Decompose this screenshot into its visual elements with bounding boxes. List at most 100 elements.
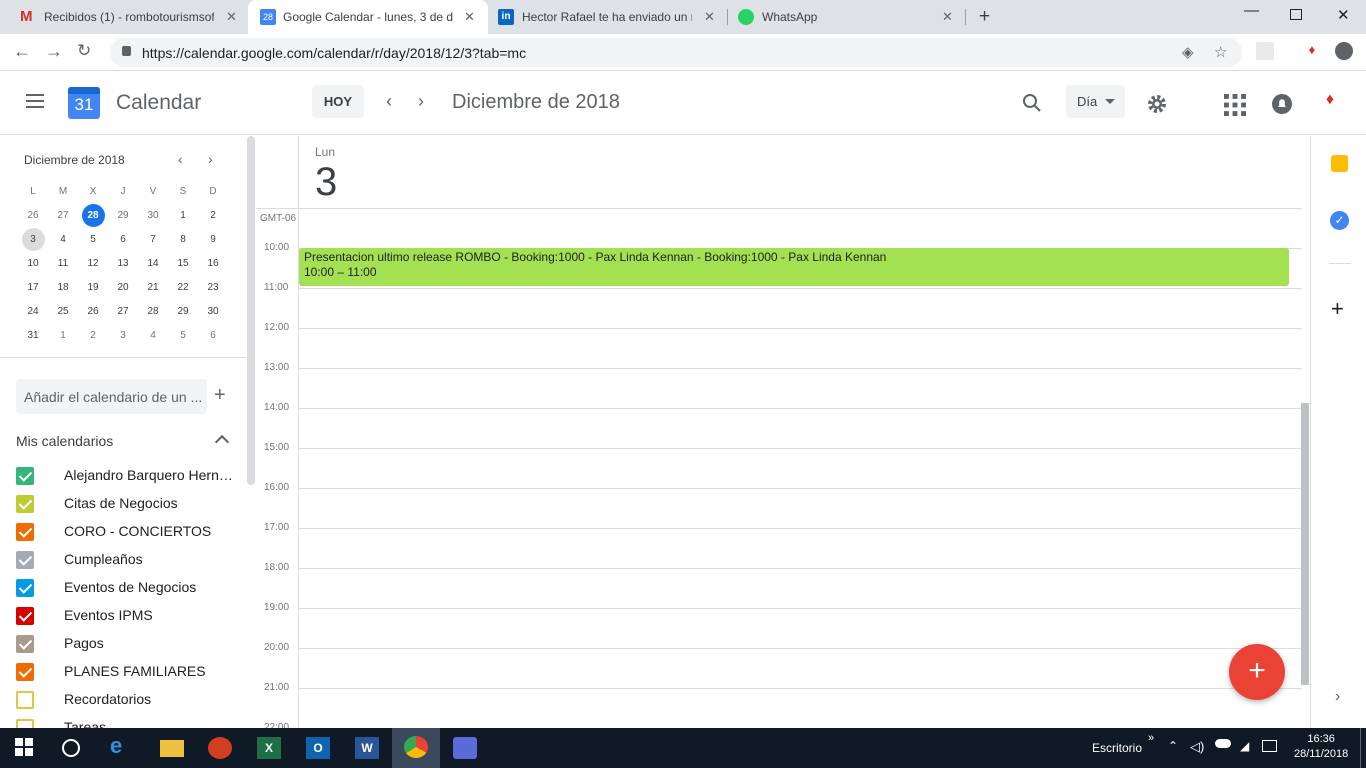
main-menu-icon[interactable] xyxy=(26,94,44,108)
calendar-item[interactable]: Tareas xyxy=(16,713,246,728)
extension-rombo-icon[interactable]: ♦ xyxy=(1303,42,1321,60)
calendar-item[interactable]: Citas de Negocios xyxy=(16,489,246,517)
tab-linkedin[interactable]: in Hector Rafael te ha enviado un m ✕ xyxy=(488,0,728,34)
day-cell-selected[interactable]: 3 xyxy=(18,228,48,252)
add-calendar-input[interactable]: Añadir el calendario de un ... xyxy=(16,379,207,414)
url-bar[interactable]: https://calendar.google.com/calendar/r/d… xyxy=(110,38,1242,67)
collapse-chevron-icon[interactable] xyxy=(214,434,230,450)
close-icon[interactable]: ✕ xyxy=(942,9,953,25)
forward-icon[interactable]: → xyxy=(45,41,63,62)
day-cell[interactable]: 12 xyxy=(78,252,108,276)
day-cell[interactable]: 4 xyxy=(48,228,78,252)
close-icon[interactable]: ✕ xyxy=(226,9,237,25)
day-cell[interactable]: 5 xyxy=(78,228,108,252)
day-cell[interactable]: 22 xyxy=(168,276,198,300)
checkbox[interactable] xyxy=(16,551,34,569)
day-cell[interactable]: 23 xyxy=(198,276,228,300)
day-cell[interactable]: 2 xyxy=(78,324,108,348)
clock[interactable]: 16:36 28/11/2018 xyxy=(1294,732,1348,762)
calendar-item[interactable]: Eventos de Negocios xyxy=(16,573,246,601)
day-cell[interactable]: 10 xyxy=(18,252,48,276)
edge-icon[interactable]: e xyxy=(110,733,134,758)
tab-calendar[interactable]: 28 Google Calendar - lunes, 3 de dic ✕ xyxy=(248,0,488,34)
checkbox[interactable] xyxy=(16,467,34,485)
day-cell[interactable]: 19 xyxy=(78,276,108,300)
close-icon[interactable]: ✕ xyxy=(464,9,475,25)
day-cell[interactable]: 29 xyxy=(108,204,138,228)
day-cell[interactable]: 21 xyxy=(138,276,168,300)
app-icon[interactable] xyxy=(208,737,232,759)
day-cell[interactable]: 1 xyxy=(168,204,198,228)
previous-period-icon[interactable]: ‹ xyxy=(386,91,392,112)
hour-row[interactable]: 18:00 xyxy=(256,562,1302,608)
calendar-item[interactable]: Eventos IPMS xyxy=(16,601,246,629)
day-cell[interactable]: 27 xyxy=(48,204,78,228)
day-cell[interactable]: 16 xyxy=(198,252,228,276)
close-icon[interactable]: ✕ xyxy=(704,9,715,25)
file-explorer-icon[interactable] xyxy=(160,740,184,757)
calendar-item[interactable]: Cumpleaños xyxy=(16,545,246,573)
calendar-item[interactable]: Pagos xyxy=(16,629,246,657)
outlook-icon[interactable]: O xyxy=(306,737,330,759)
search-icon[interactable] xyxy=(1022,93,1042,113)
hour-row[interactable]: 20:00 xyxy=(256,642,1302,688)
minimize-icon[interactable]: — xyxy=(1244,2,1259,19)
day-cell[interactable]: 27 xyxy=(108,300,138,324)
day-cell[interactable]: 5 xyxy=(168,324,198,348)
checkbox[interactable] xyxy=(16,691,34,709)
hour-row[interactable]: 13:00 xyxy=(256,362,1302,408)
reload-icon[interactable]: ↻ xyxy=(77,41,91,61)
apps-grid-icon[interactable] xyxy=(1224,94,1246,116)
onedrive-icon[interactable] xyxy=(1215,739,1231,748)
day-cell[interactable]: 26 xyxy=(78,300,108,324)
day-cell[interactable]: 4 xyxy=(138,324,168,348)
taskbar-desktop-label[interactable]: Escritorio xyxy=(1092,741,1142,755)
day-cell[interactable]: 24 xyxy=(18,300,48,324)
network-icon[interactable]: ◢ xyxy=(1240,739,1249,753)
checkbox[interactable] xyxy=(16,719,34,728)
toolbar-expand-icon[interactable]: » xyxy=(1148,732,1154,744)
my-calendars-title[interactable]: Mis calendarios xyxy=(16,433,113,449)
new-tab-button[interactable]: + xyxy=(979,6,990,28)
day-cell[interactable]: 30 xyxy=(198,300,228,324)
next-period-icon[interactable]: › xyxy=(418,91,424,112)
hour-row[interactable]: 14:00 xyxy=(256,402,1302,448)
checkbox[interactable] xyxy=(16,579,34,597)
day-cell[interactable]: 1 xyxy=(48,324,78,348)
day-number[interactable]: 3 xyxy=(315,160,337,205)
add-calendar-plus-icon[interactable]: + xyxy=(214,384,226,407)
keep-icon[interactable] xyxy=(1331,155,1348,172)
volume-icon[interactable]: ◁) xyxy=(1190,739,1204,755)
calendar-event[interactable]: Presentacion ultimo release ROMBO - Book… xyxy=(299,248,1289,286)
ime-icon[interactable] xyxy=(1262,740,1277,752)
day-cell-today[interactable]: 28 xyxy=(78,204,108,228)
day-cell[interactable]: 28 xyxy=(138,300,168,324)
extension-pdf-icon[interactable] xyxy=(1256,42,1274,60)
day-cell[interactable]: 30 xyxy=(138,204,168,228)
mini-next-month-icon[interactable]: › xyxy=(208,151,213,167)
day-cell[interactable]: 14 xyxy=(138,252,168,276)
day-cell[interactable]: 17 xyxy=(18,276,48,300)
bookmark-star-icon[interactable]: ☆ xyxy=(1214,43,1227,61)
expand-panel-icon[interactable]: › xyxy=(1335,688,1340,706)
checkbox[interactable] xyxy=(16,635,34,653)
calendar-item[interactable]: PLANES FAMILIARES xyxy=(16,657,246,685)
day-cell[interactable]: 11 xyxy=(48,252,78,276)
calendar-item[interactable]: CORO - CONCIERTOS xyxy=(16,517,246,545)
hour-row[interactable]: 15:00 xyxy=(256,442,1302,488)
checkbox[interactable] xyxy=(16,523,34,541)
close-window-icon[interactable]: ✕ xyxy=(1337,6,1350,24)
settings-gear-icon[interactable] xyxy=(1146,93,1168,115)
restore-icon[interactable] xyxy=(1290,9,1302,20)
notifications-bell-icon[interactable] xyxy=(1271,93,1293,115)
day-cell[interactable]: 7 xyxy=(138,228,168,252)
show-desktop-button[interactable] xyxy=(1360,728,1361,768)
day-cell[interactable]: 6 xyxy=(108,228,138,252)
back-icon[interactable]: ← xyxy=(13,41,31,62)
hour-row[interactable]: 17:00 xyxy=(256,522,1302,568)
calendar-item[interactable]: Recordatorios xyxy=(16,685,246,713)
create-event-button[interactable]: + xyxy=(1229,644,1285,700)
day-cell[interactable]: 6 xyxy=(198,324,228,348)
day-cell[interactable]: 2 xyxy=(198,204,228,228)
tab-whatsapp[interactable]: WhatsApp ✕ xyxy=(728,0,966,34)
